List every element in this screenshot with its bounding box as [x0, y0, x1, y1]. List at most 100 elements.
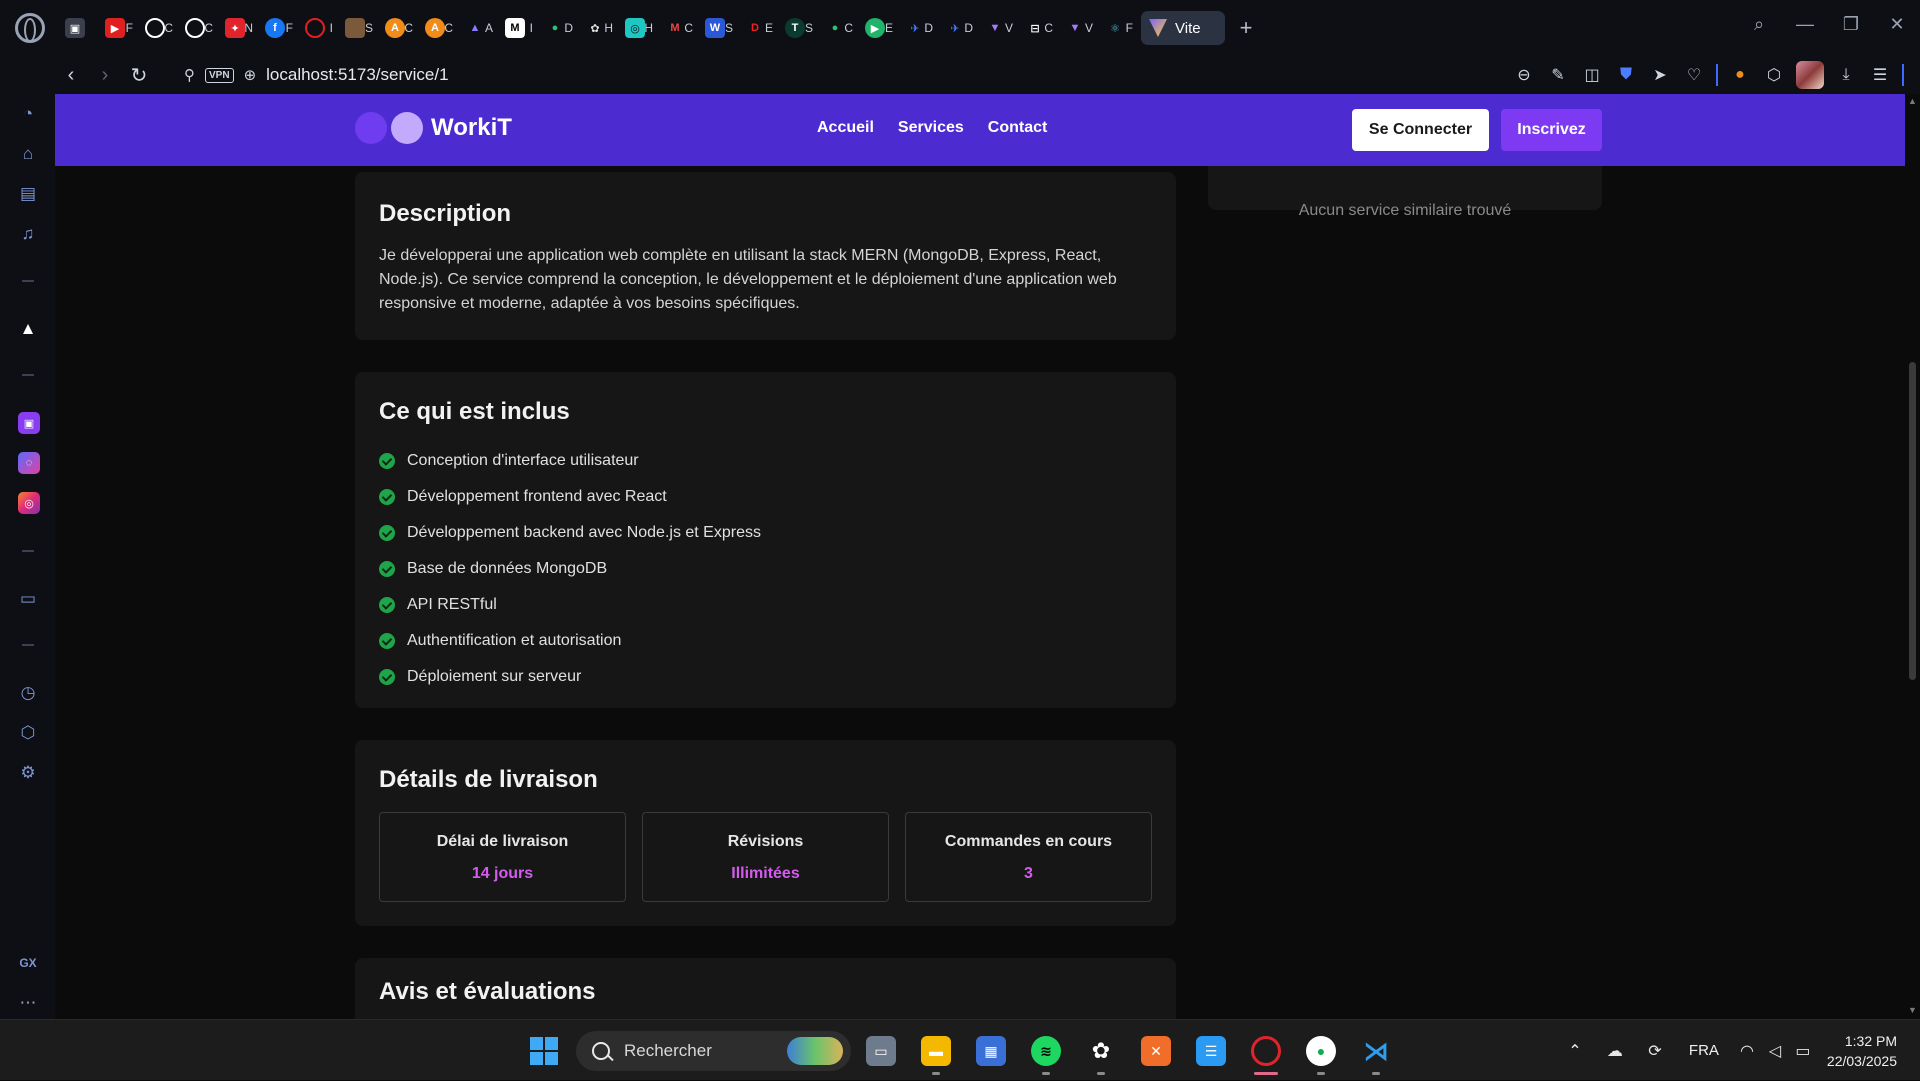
notepad-icon[interactable]: ☰: [1196, 1036, 1226, 1066]
news-icon[interactable]: ▤: [17, 183, 39, 205]
tab-24[interactable]: ▼ V: [1055, 8, 1095, 48]
aria-icon[interactable]: ▲: [17, 318, 39, 340]
microsoft-store-icon[interactable]: ▦: [976, 1036, 1006, 1066]
scroll-down-icon[interactable]: ▼: [1908, 1005, 1917, 1015]
windows-start-icon[interactable]: [529, 1036, 559, 1066]
tab-22[interactable]: ▼ V: [975, 8, 1015, 48]
login-button[interactable]: Se Connecter: [1352, 109, 1489, 151]
taskbar-search[interactable]: Rechercher: [576, 1031, 851, 1071]
forward-icon[interactable]: ›: [88, 58, 122, 92]
tab-23[interactable]: ⊟ C: [1015, 8, 1055, 48]
tab-13[interactable]: ◎ H: [615, 8, 655, 48]
tab-19[interactable]: ▶ E: [855, 8, 895, 48]
download-icon[interactable]: ⤓: [1834, 63, 1858, 87]
volume-icon[interactable]: ◁: [1761, 1041, 1789, 1061]
extension-icon[interactable]: ●: [1728, 63, 1752, 87]
chatgpt-icon[interactable]: ✿: [1086, 1036, 1116, 1066]
heart-icon[interactable]: ♡: [1682, 63, 1706, 87]
messenger-icon[interactable]: ◌: [18, 452, 40, 474]
sync-icon[interactable]: ⟳: [1635, 1041, 1675, 1061]
profile-avatar[interactable]: [1796, 61, 1824, 89]
tab-3[interactable]: ✦ N: [215, 8, 255, 48]
edit-icon[interactable]: ✎: [1546, 63, 1570, 87]
shield-icon[interactable]: ⛊: [1614, 63, 1638, 87]
menu-icon[interactable]: ☰: [1868, 63, 1892, 87]
zoom-icon[interactable]: ⊖: [1512, 63, 1536, 87]
app-icon: A: [385, 18, 405, 38]
tab-7[interactable]: AC: [375, 8, 415, 48]
file-explorer-icon[interactable]: ▬: [921, 1036, 951, 1066]
tab-10[interactable]: MI: [495, 8, 535, 48]
nav-link-home[interactable]: Accueil: [817, 119, 874, 137]
signup-button[interactable]: Inscrivez: [1501, 109, 1602, 151]
tab-21[interactable]: ✈ D: [935, 8, 975, 48]
tab-pinned-1[interactable]: ▣: [55, 8, 95, 48]
gx-corner-icon[interactable]: ⌂: [17, 143, 39, 165]
xampp-icon[interactable]: ✕: [1141, 1036, 1171, 1066]
mongodb-compass-icon[interactable]: ●: [1306, 1036, 1336, 1066]
wifi-icon[interactable]: ◠: [1733, 1041, 1761, 1061]
tab-8[interactable]: AC: [415, 8, 455, 48]
tab-25[interactable]: ⚛ F: [1095, 8, 1135, 48]
tab-17[interactable]: TS: [775, 8, 815, 48]
nav-link-services[interactable]: Services: [898, 119, 964, 137]
tab-search-icon[interactable]: ⌕: [1736, 4, 1782, 44]
tab-6[interactable]: S: [335, 8, 375, 48]
close-icon[interactable]: ✕: [1874, 4, 1920, 44]
minimize-icon[interactable]: —: [1782, 4, 1828, 44]
tab-github-1[interactable]: C: [135, 8, 175, 48]
vpn-badge[interactable]: VPN: [205, 67, 234, 83]
language-indicator[interactable]: FRA: [1689, 1042, 1719, 1059]
tab-9[interactable]: ▲ A: [455, 8, 495, 48]
toolbar-extensions: ⊖ ✎ ◫ ⛊ ➤ ♡ ● ⬡ ⤓ ☰: [1512, 56, 1904, 94]
sidebar-divider: [22, 374, 34, 376]
scroll-up-icon[interactable]: ▲: [1908, 96, 1917, 106]
tab-title: C: [684, 21, 693, 35]
scrollbar-thumb[interactable]: [1909, 362, 1916, 680]
url-text[interactable]: localhost:5173/service/1: [266, 65, 448, 85]
new-tab-button[interactable]: +: [1233, 15, 1259, 41]
gx-control-icon[interactable]: GX: [17, 952, 39, 974]
tab-15[interactable]: WS: [695, 8, 735, 48]
url-field[interactable]: ⚲ VPN ⊕ localhost:5173/service/1: [184, 65, 449, 85]
opera-menu-icon[interactable]: [15, 13, 45, 43]
send-icon[interactable]: ➤: [1648, 63, 1672, 87]
nav-link-contact[interactable]: Contact: [988, 119, 1048, 137]
cube-icon[interactable]: ⬡: [1762, 63, 1786, 87]
brand-logo[interactable]: WorkiT: [355, 112, 512, 144]
vscode-icon[interactable]: ⋊: [1361, 1036, 1391, 1066]
chevron-up-icon[interactable]: ⌃: [1555, 1041, 1595, 1061]
task-view-icon[interactable]: ▭: [866, 1036, 896, 1066]
tab-gmail[interactable]: MC: [655, 8, 695, 48]
instagram-icon[interactable]: ◎: [18, 492, 40, 514]
tab-18[interactable]: ● C: [815, 8, 855, 48]
settings-icon[interactable]: ⚙: [17, 762, 39, 784]
tab-20[interactable]: ✈ D: [895, 8, 935, 48]
reload-icon[interactable]: ↻: [122, 58, 156, 92]
tab-active[interactable]: Vite: [1141, 11, 1225, 45]
opera-gx-icon[interactable]: [1251, 1036, 1281, 1066]
spotify-icon[interactable]: ≋: [1031, 1036, 1061, 1066]
page-scrollbar[interactable]: ▲ ▼: [1905, 94, 1920, 1019]
onedrive-icon[interactable]: ☁: [1595, 1041, 1635, 1061]
tab-5[interactable]: I: [295, 8, 335, 48]
back-icon[interactable]: ‹: [54, 58, 88, 92]
tab-facebook[interactable]: fF: [255, 8, 295, 48]
camera-icon[interactable]: ◫: [1580, 63, 1604, 87]
tab-youtube[interactable]: ▶ F: [95, 8, 135, 48]
wallet-icon[interactable]: ▭: [17, 588, 39, 610]
tab-11[interactable]: ● D: [535, 8, 575, 48]
tab-github-2[interactable]: C: [175, 8, 215, 48]
tab-12[interactable]: ✿ H: [575, 8, 615, 48]
extensions-icon[interactable]: ⬡: [17, 722, 39, 744]
history-icon[interactable]: ◷: [17, 682, 39, 704]
restore-icon[interactable]: ❐: [1828, 4, 1874, 44]
more-icon[interactable]: ⋯: [17, 992, 39, 1014]
twitch-icon[interactable]: ▣: [18, 412, 40, 434]
speed-dial-icon[interactable]: ◔: [17, 103, 39, 125]
site-settings-icon[interactable]: ⚲: [184, 66, 195, 84]
music-icon[interactable]: ♫: [17, 223, 39, 245]
tab-16[interactable]: DE: [735, 8, 775, 48]
clock[interactable]: 1:32 PM 22/03/2025: [1827, 1031, 1897, 1071]
battery-icon[interactable]: ▭: [1789, 1041, 1817, 1061]
